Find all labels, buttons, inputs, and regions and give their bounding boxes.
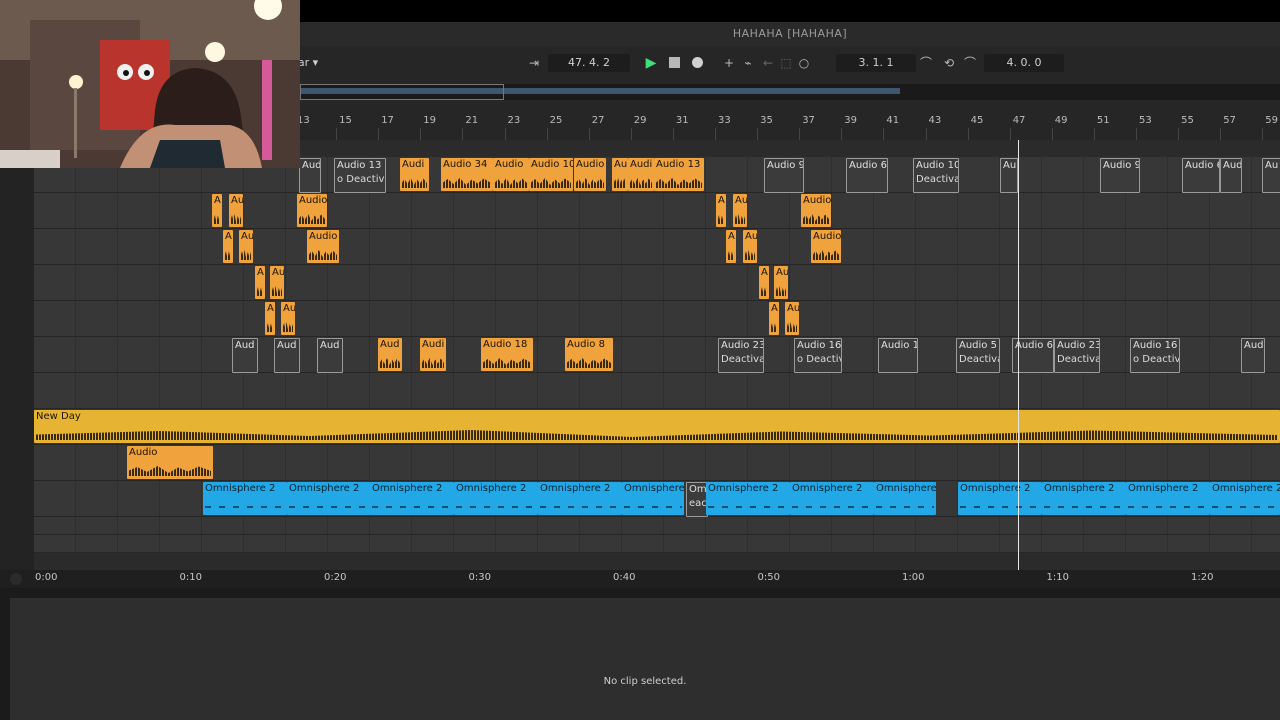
bar-tick	[799, 128, 801, 140]
bar-number: 25	[549, 115, 563, 126]
overview-viewport[interactable]	[300, 84, 504, 100]
chevron-down-icon: ▾	[312, 56, 319, 69]
bar-tick	[1051, 128, 1053, 140]
time-label: 0:30	[468, 572, 491, 583]
left-gutter	[0, 140, 34, 570]
bar-tick	[588, 128, 590, 140]
bar-number: 41	[886, 115, 900, 126]
record-icon[interactable]	[688, 54, 706, 72]
time-label: 0:10	[179, 572, 202, 583]
bar-number: 37	[802, 115, 815, 126]
bar-number: 43	[928, 115, 942, 126]
bar-number: 57	[1223, 115, 1236, 126]
punch-out-icon[interactable]: ⌒	[962, 54, 978, 72]
beat-time-ruler[interactable]: 13 15 17 19 21 23 25 27 29 31 33 35 37 39 41 43 45 47 49 51…	[294, 100, 1280, 140]
bar-tick	[462, 128, 464, 140]
bar-tick	[378, 128, 380, 140]
bar-tick	[967, 128, 969, 140]
arrangement-position-field[interactable]: 47. 4. 2	[548, 54, 630, 72]
bar-tick	[1093, 128, 1095, 140]
add-icon[interactable]: +	[722, 54, 736, 72]
bar-tick	[504, 128, 506, 140]
clip-detail-panel: No clip selected.	[10, 598, 1280, 720]
arrangement-overview[interactable]	[300, 84, 1280, 100]
bar-tick	[757, 128, 759, 140]
stop-icon[interactable]	[666, 54, 682, 72]
capture-icon[interactable]: ⬚	[778, 54, 794, 72]
follow-icon[interactable]: ⇥	[524, 54, 544, 72]
bar-tick	[672, 128, 674, 140]
punch-in-icon[interactable]: ⌒	[918, 54, 934, 72]
time-label: 1:00	[902, 572, 925, 583]
window-title: HAHAHA [HAHAHA]	[732, 27, 848, 40]
back-to-arrangement-icon[interactable]: ←	[760, 54, 776, 72]
bar-number: 31	[675, 115, 689, 126]
time-label: 0:50	[757, 572, 780, 583]
time-label: 0:40	[613, 572, 636, 583]
play-icon[interactable]: ▶	[642, 54, 660, 72]
link-icon[interactable]: ⌁	[740, 54, 756, 72]
bar-number: 21	[465, 115, 479, 126]
zoom-icon[interactable]	[10, 573, 22, 585]
bar-tick	[1178, 128, 1180, 140]
bar-tick	[630, 128, 632, 140]
loop-toggle-icon[interactable]: ⟲	[940, 54, 958, 72]
bar-tick	[883, 128, 885, 140]
bar-tick	[420, 128, 422, 140]
loop-length-field[interactable]: 4. 0. 0	[984, 54, 1064, 72]
time-label: 0:20	[324, 572, 347, 583]
bar-number: 29	[633, 115, 647, 126]
detail-view: No clip selected.	[0, 588, 1280, 720]
bar-tick	[925, 128, 927, 140]
bar-number: 51	[1096, 115, 1110, 126]
bar-tick	[715, 128, 716, 140]
bar-number: 17	[381, 115, 394, 126]
bar-tick	[546, 128, 548, 140]
title-bar: HAHAHA [HAHAHA]	[300, 22, 1280, 46]
loop-start-field[interactable]: 3. 1. 1	[836, 54, 916, 72]
loop-record-icon[interactable]: ○	[796, 54, 812, 72]
bar-tick	[336, 128, 338, 140]
bar-number: 23	[507, 115, 521, 126]
bar-tick	[1262, 128, 1264, 140]
time-label: 1:10	[1046, 572, 1069, 583]
bar-number: 59	[1265, 115, 1279, 126]
bar-number: 45	[970, 115, 984, 126]
time-ruler[interactable]: 0:00 0:10 0:20 0:30 0:40 0:50 1:00 1:10 1:20	[0, 570, 1280, 588]
bar-number: 15	[339, 115, 352, 126]
no-clip-message: No clip selected.	[603, 676, 687, 687]
bar-tick	[1009, 128, 1011, 140]
bar-number: 19	[423, 115, 437, 126]
webcam-feed-image	[0, 0, 300, 168]
transport-bar: ar ▾ ⇥ 47. 4. 2 ▶ + ⌁ ← ⬚ ○ 3. 1. 1 ⌒ ⟲ …	[298, 46, 1280, 85]
playhead-marker	[1018, 140, 1019, 570]
bar-number: 49	[1054, 115, 1068, 126]
bar-number: 39	[844, 115, 858, 126]
bar-tick	[841, 128, 843, 140]
bar-number: 47	[1012, 115, 1026, 126]
bar-tick	[1220, 128, 1222, 140]
bar-number: 35	[760, 115, 773, 126]
time-label: 1:20	[1191, 572, 1214, 583]
arrangement-view[interactable]	[0, 140, 1280, 570]
bar-number: 55	[1181, 115, 1194, 126]
bar-number: 27	[591, 115, 605, 126]
webcam-overlay	[0, 0, 300, 168]
time-label: 0:00	[35, 572, 58, 583]
bar-number: 33	[718, 115, 731, 126]
bar-number: 53	[1139, 115, 1152, 126]
bar-tick	[1136, 128, 1137, 140]
